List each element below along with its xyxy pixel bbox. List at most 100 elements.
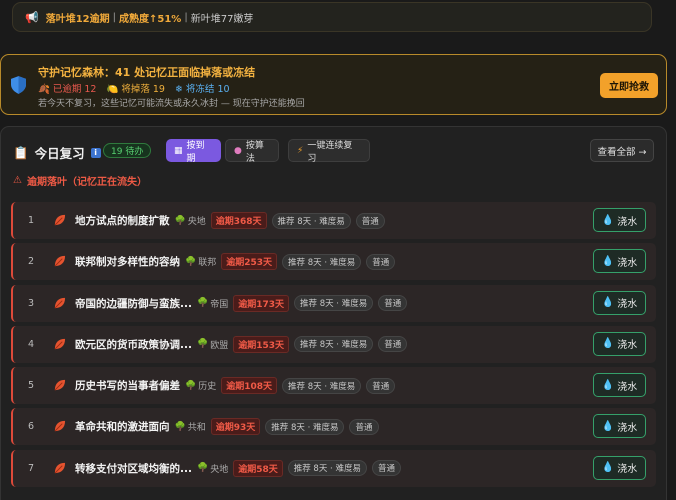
item-title[interactable]: 联邦制对多样性的容纳 bbox=[75, 254, 180, 269]
tree-icon: 🌳 bbox=[185, 380, 197, 391]
overdue-stat: 落叶堆12逾期 bbox=[45, 13, 110, 25]
item-main: 革命共和的激进面向 🌳 共和 逾期93天 推荐 8天 · 难度易 普通 bbox=[75, 418, 379, 436]
fallen-leaf-icon bbox=[54, 256, 66, 267]
recommend-badge: 推荐 8天 · 难度易 bbox=[271, 212, 351, 229]
item-main: 转移支付对区域均衡的... 🌳 央地 逾期58天 推荐 8天 · 难度易 普通 bbox=[75, 459, 401, 477]
review-title: 今日复习 bbox=[34, 146, 85, 161]
droplet-icon: 💧 bbox=[601, 420, 615, 432]
stat-overdue: 🍂 已逾期 12 bbox=[38, 84, 97, 95]
fallen-leaf-icon bbox=[54, 462, 66, 474]
item-tree: 🌳 央地 bbox=[196, 463, 229, 475]
droplet-icon: 💧 bbox=[601, 255, 615, 267]
ripeness-stat: 成熟度↑51% bbox=[119, 13, 182, 25]
level-badge: 普通 bbox=[366, 377, 396, 394]
tree-icon: 🌳 bbox=[185, 256, 197, 267]
tree-icon: 🌳 bbox=[174, 215, 186, 226]
view-all-button[interactable]: 查看全部 → bbox=[590, 139, 654, 162]
recommend-badge: 推荐 8天 · 难度易 bbox=[282, 253, 362, 270]
water-button[interactable]: 💧 浇水 bbox=[593, 373, 646, 398]
today-review-panel: 📋 今日复习 i 19 待办 ▦ 按到期 ● 按算法 ⚡ 一键连续复习 查看全部… bbox=[0, 126, 667, 500]
review-item[interactable]: 2 联邦制对多样性的容纳 🌳 联邦 逾期253天 推荐 8天 · 难度易 普通 💧… bbox=[11, 243, 656, 281]
review-list: 1 地方试点的制度扩散 🌳 央地 逾期368天 推荐 8天 · 难度易 普通 💧 … bbox=[11, 202, 656, 491]
fallen-leaf-icon bbox=[54, 380, 66, 391]
item-number: 6 bbox=[28, 421, 35, 433]
overdue-badge: 逾期253天 bbox=[221, 253, 278, 271]
alert-title: 守护记忆森林：41 处记忆正面临掉落或冻结 bbox=[38, 66, 256, 79]
recommend-badge: 推荐 8天 · 难度易 bbox=[265, 418, 345, 435]
item-number: 4 bbox=[28, 338, 35, 350]
recommend-badge: 推荐 8天 · 难度易 bbox=[294, 295, 374, 312]
item-title[interactable]: 地方试点的制度扩散 bbox=[75, 213, 170, 228]
item-number: 1 bbox=[28, 215, 35, 226]
overdue-badge: 逾期173天 bbox=[233, 294, 289, 312]
overdue-badge: 逾期93天 bbox=[210, 418, 261, 436]
review-header: 📋 今日复习 i bbox=[13, 143, 101, 162]
water-button[interactable]: 💧 浇水 bbox=[593, 455, 646, 480]
item-title[interactable]: 历史书写的当事者偏差 bbox=[75, 378, 180, 393]
overdue-badge: 逾期108天 bbox=[221, 377, 278, 395]
overdue-badge: 逾期368天 bbox=[210, 212, 267, 229]
tree-icon: 🌳 bbox=[196, 463, 209, 474]
top-status-banner: 📢 落叶堆12逾期 | 成熟度↑51% | 新叶堆77嫩芽 bbox=[12, 2, 652, 32]
continuous-review-button[interactable]: ⚡ 一键连续复习 bbox=[288, 139, 370, 164]
rescue-now-button[interactable]: 立即抢救 bbox=[600, 73, 658, 98]
review-item[interactable]: 1 地方试点的制度扩散 🌳 央地 逾期368天 推荐 8天 · 难度易 普通 💧 … bbox=[11, 202, 656, 239]
item-title[interactable]: 帝国的边疆防御与蛮族... bbox=[75, 296, 192, 311]
droplet-icon: 💧 bbox=[601, 214, 615, 226]
forest-alert-card: 守护记忆森林：41 处记忆正面临掉落或冻结 🍂 已逾期 12 🍋 将掉落 19 … bbox=[0, 54, 667, 115]
water-button[interactable]: 💧 浇水 bbox=[593, 290, 646, 315]
level-badge: 普通 bbox=[366, 253, 396, 270]
item-number: 7 bbox=[28, 462, 35, 474]
item-tree: 🌳 欧盟 bbox=[196, 339, 229, 351]
stat-frozen: ❄ 将冻结 10 bbox=[174, 84, 230, 95]
overdue-badge: 逾期58天 bbox=[233, 459, 283, 477]
item-number: 3 bbox=[28, 297, 35, 309]
water-button[interactable]: 💧 浇水 bbox=[593, 249, 646, 274]
level-badge: 普通 bbox=[378, 295, 408, 312]
item-main: 帝国的边疆防御与蛮族... 🌳 帝国 逾期173天 推荐 8天 · 难度易 普通 bbox=[75, 294, 408, 312]
clipboard-icon: 📋 bbox=[13, 144, 29, 160]
separator: | bbox=[184, 11, 188, 23]
droplet-icon: 💧 bbox=[601, 462, 615, 474]
review-item[interactable]: 3 帝国的边疆防御与蛮族... 🌳 帝国 逾期173天 推荐 8天 · 难度易 普… bbox=[11, 284, 656, 322]
item-tree: 🌳 联邦 bbox=[185, 256, 217, 269]
item-tree: 🌳 央地 bbox=[174, 215, 206, 228]
item-main: 联邦制对多样性的容纳 🌳 联邦 逾期253天 推荐 8天 · 难度易 普通 bbox=[75, 253, 396, 271]
recommend-badge: 推荐 8天 · 难度易 bbox=[287, 460, 367, 477]
fallen-leaf-icon bbox=[54, 421, 66, 432]
item-tree: 🌳 帝国 bbox=[196, 298, 229, 310]
review-item[interactable]: 5 历史书写的当事者偏差 🌳 历史 逾期108天 推荐 8天 · 难度易 普通 💧… bbox=[11, 367, 656, 405]
sort-by-algorithm-button[interactable]: ● 按算法 bbox=[225, 139, 279, 164]
brain-icon: ● bbox=[234, 145, 242, 156]
water-button[interactable]: 💧 浇水 bbox=[593, 414, 646, 439]
sprouts-stat: 新叶堆77嫩芽 bbox=[190, 13, 254, 25]
item-title[interactable]: 欧元区的货币政策协调... bbox=[75, 337, 192, 352]
item-tree: 🌳 共和 bbox=[174, 421, 206, 434]
sort-by-due-button[interactable]: ▦ 按到期 bbox=[166, 139, 221, 164]
fallen-leaf-icon bbox=[54, 297, 66, 309]
item-number: 2 bbox=[28, 256, 35, 268]
item-title[interactable]: 转移支付对区域均衡的... bbox=[75, 461, 192, 476]
overdue-section-header: ⚠ 逾期落叶（记忆正在流失） bbox=[13, 175, 147, 188]
info-icon[interactable]: i bbox=[90, 147, 101, 158]
water-button[interactable]: 💧 浇水 bbox=[593, 208, 646, 232]
level-badge: 普通 bbox=[349, 418, 379, 435]
review-item[interactable]: 6 革命共和的激进面向 🌳 共和 逾期93天 推荐 8天 · 难度易 普通 💧 浇… bbox=[11, 408, 656, 446]
water-button[interactable]: 💧 浇水 bbox=[593, 331, 646, 356]
review-item[interactable]: 4 欧元区的货币政策协调... 🌳 欧盟 逾期153天 推荐 8天 · 难度易 普… bbox=[11, 325, 656, 363]
item-title[interactable]: 革命共和的激进面向 bbox=[75, 419, 170, 434]
level-badge: 普通 bbox=[371, 460, 401, 477]
review-item[interactable]: 7 转移支付对区域均衡的... 🌳 央地 逾期58天 推荐 8天 · 难度易 普通… bbox=[11, 449, 656, 487]
droplet-icon: 💧 bbox=[601, 338, 615, 350]
level-badge: 普通 bbox=[355, 212, 385, 229]
level-badge: 普通 bbox=[378, 336, 408, 353]
item-main: 地方试点的制度扩散 🌳 央地 逾期368天 推荐 8天 · 难度易 普通 bbox=[75, 212, 385, 229]
item-number: 5 bbox=[28, 380, 35, 392]
recommend-badge: 推荐 8天 · 难度易 bbox=[294, 336, 374, 353]
shield-icon bbox=[11, 76, 26, 94]
megaphone-icon: 📢 bbox=[25, 10, 39, 24]
item-main: 欧元区的货币政策协调... 🌳 欧盟 逾期153天 推荐 8天 · 难度易 普通 bbox=[75, 335, 408, 353]
fallen-leaf-icon bbox=[54, 338, 66, 350]
overdue-badge: 逾期153天 bbox=[233, 335, 289, 353]
tree-icon: 🌳 bbox=[174, 421, 186, 432]
